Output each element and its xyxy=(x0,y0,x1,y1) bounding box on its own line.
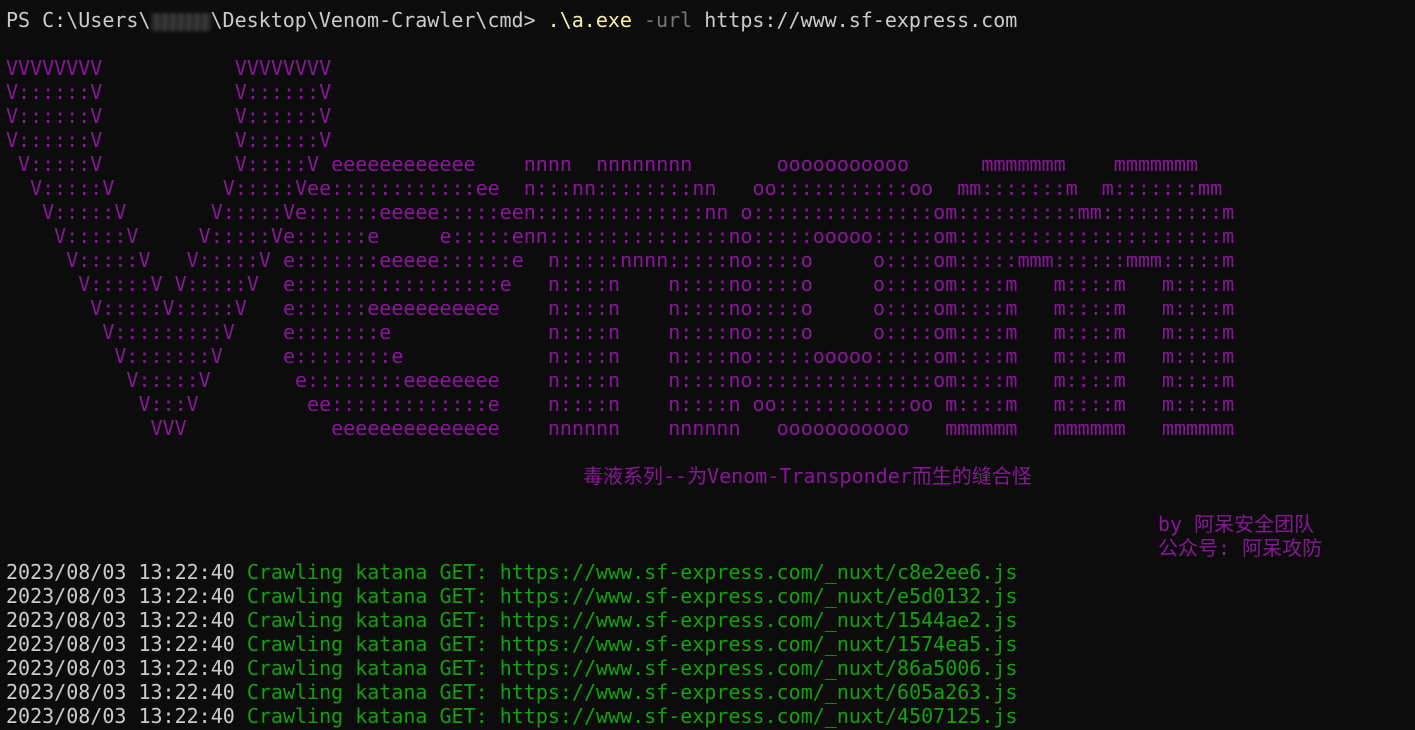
terminal-window[interactable]: PS C:\Users\ \Desktop\Venom-Crawler\cmd> … xyxy=(6,8,1415,730)
log-line: 2023/08/03 13:22:40 Crawling katana GET:… xyxy=(6,656,1415,680)
banner-line: VVVVVVVV VVVVVVVV xyxy=(6,56,332,80)
log-line: 2023/08/03 13:22:40 Crawling katana GET:… xyxy=(6,632,1415,656)
banner-line: V:::V ee:::::::::::::e n::::n n::::n oo:… xyxy=(6,392,1235,416)
redacted-username xyxy=(150,12,211,31)
command-url-argument: https://www.sf-express.com xyxy=(704,8,1018,32)
banner-line: V::::::V V::::::V xyxy=(6,104,332,128)
banner-line: V:::::V V:::::Ve::::::eeeee:::::een:::::… xyxy=(6,200,1235,224)
prompt-prefix: PS C:\Users\ xyxy=(6,8,151,32)
banner-line: V:::::V V:::::Vee::::::::::::ee n:::nn::… xyxy=(6,176,1223,200)
log-separator xyxy=(235,680,247,704)
command-flag: -url xyxy=(631,8,705,32)
log-separator xyxy=(235,560,247,584)
log-separator xyxy=(235,608,247,632)
log-line: 2023/08/03 13:22:40 Crawling katana GET:… xyxy=(6,704,1415,728)
log-separator xyxy=(235,704,247,728)
log-timestamp: 2023/08/03 13:22:40 xyxy=(6,608,235,632)
prompt-suffix: \Desktop\Venom-Crawler\cmd> xyxy=(210,8,548,32)
log-message: Crawling katana GET: https://www.sf-expr… xyxy=(246,584,1018,608)
log-line: 2023/08/03 13:22:40 Crawling katana GET:… xyxy=(6,584,1415,608)
log-separator xyxy=(235,632,247,656)
banner-line: V:::::V:::::V e::::::eeeeeeeeeee n::::n … xyxy=(6,296,1235,320)
log-timestamp: 2023/08/03 13:22:40 xyxy=(6,584,235,608)
log-message: Crawling katana GET: https://www.sf-expr… xyxy=(246,704,1018,728)
log-message: Crawling katana GET: https://www.sf-expr… xyxy=(246,608,1018,632)
banner-line: V:::::V V:::::Ve::::::e e:::::enn:::::::… xyxy=(6,224,1235,248)
credit-wechat: 公众号: 阿呆攻防 xyxy=(1158,536,1323,560)
log-timestamp: 2023/08/03 13:22:40 xyxy=(6,680,235,704)
log-line: 2023/08/03 13:22:40 Crawling katana GET:… xyxy=(6,680,1415,704)
banner-line: V:::::V V:::::V eeeeeeeeeeee nnnn nnnnnn… xyxy=(6,152,1199,176)
banner-line: V:::::V e::::::::eeeeeeee n::::n n::::no… xyxy=(6,368,1235,392)
log-message: Crawling katana GET: https://www.sf-expr… xyxy=(246,680,1018,704)
banner-line: V::::::V V::::::V xyxy=(6,80,332,104)
banner-line: V::::::V V::::::V xyxy=(6,128,332,152)
log-timestamp: 2023/08/03 13:22:40 xyxy=(6,560,235,584)
banner-line: V:::::::V e::::::::e n::::n n::::no:::::… xyxy=(6,344,1235,368)
banner-line: V:::::::::V e:::::::e n::::n n::::no::::… xyxy=(6,320,1235,344)
banner-subtitle: 毒液系列--为Venom-Transponder而生的缝合怪 xyxy=(583,464,1032,488)
credit-team: by 阿呆安全团队 xyxy=(1158,512,1315,536)
log-timestamp: 2023/08/03 13:22:40 xyxy=(6,656,235,680)
log-separator xyxy=(235,656,247,680)
log-line: 2023/08/03 13:22:40 Crawling katana GET:… xyxy=(6,560,1415,584)
log-line: 2023/08/03 13:22:40 Crawling katana GET:… xyxy=(6,608,1415,632)
log-message: Crawling katana GET: https://www.sf-expr… xyxy=(246,560,1018,584)
log-timestamp: 2023/08/03 13:22:40 xyxy=(6,704,235,728)
command-executable: .\a.exe xyxy=(547,8,632,32)
ascii-art-banner: VVVVVVVV VVVVVVVV V::::::V V::::::V V:::::… xyxy=(6,56,1415,440)
banner-line: VVV eeeeeeeeeeeeee nnnnnn nnnnnn ooooooo… xyxy=(6,416,1235,440)
banner-line: V:::::V V:::::V e:::::::eeeee::::::e n::… xyxy=(6,248,1235,272)
log-separator xyxy=(235,584,247,608)
log-output: 2023/08/03 13:22:40 Crawling katana GET:… xyxy=(6,560,1415,728)
log-timestamp: 2023/08/03 13:22:40 xyxy=(6,632,235,656)
log-message: Crawling katana GET: https://www.sf-expr… xyxy=(246,632,1018,656)
log-message: Crawling katana GET: https://www.sf-expr… xyxy=(246,656,1018,680)
command-prompt-line: PS C:\Users\ \Desktop\Venom-Crawler\cmd> … xyxy=(6,8,1415,32)
banner-line: V:::::V V:::::V e:::::::::::::::::e n:::… xyxy=(6,272,1235,296)
